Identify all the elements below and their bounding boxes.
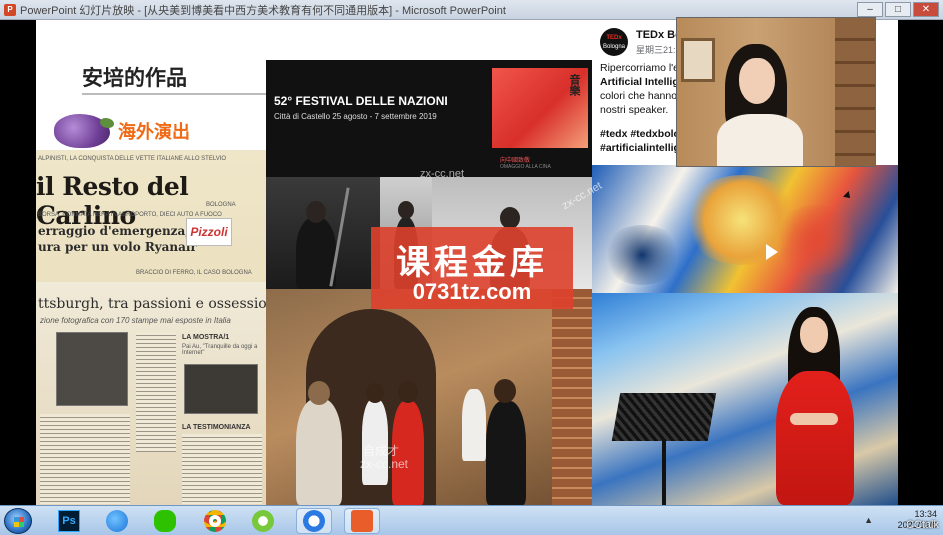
sub-heading: 海外演出 <box>54 114 190 148</box>
festival-title: 52° FESTIVAL DELLE NAZIONI <box>274 94 448 108</box>
festival-artwork: 音樂 <box>492 68 588 148</box>
taskbar-photoshop[interactable]: Ps <box>54 508 84 534</box>
avatar-tedx-text: TEDx <box>606 35 622 41</box>
painting-swirl-3 <box>602 225 682 285</box>
newspaper-photo: ALPINISTI, LA CONQUISTA DELLE VETTE ITAL… <box>36 150 266 505</box>
window-title: PowerPoint 幻灯片放映 - [从央美到博美看中西方美术教育有何不同通用… <box>20 4 506 17</box>
painting-swirl-2 <box>772 205 862 275</box>
presenter-body <box>717 114 803 166</box>
visitor-1-head <box>308 381 330 405</box>
performer-face <box>800 317 828 353</box>
powerpoint-icon: P <box>4 3 16 16</box>
newspaper-culture-sub: zione fotografica con 170 stampe mai esp… <box>40 316 231 325</box>
sub-heading-label: 海外演出 <box>118 122 190 143</box>
bookshelf <box>835 18 875 166</box>
newspaper-box-title-2: LA TESTIMONIANZA <box>182 424 251 431</box>
painting-video[interactable] <box>592 165 898 293</box>
avatar-city-text: Bologna <box>602 44 626 50</box>
performer-red-dress <box>770 307 860 505</box>
start-button[interactable] <box>4 508 32 534</box>
performer-painting-photo <box>592 293 898 505</box>
newspaper-culture-headline: ttsburgh, tra passioni e ossessioni <box>38 296 266 312</box>
picture-frame <box>681 38 715 82</box>
visitor-2-head <box>366 383 384 403</box>
watermark-url: 0731tz.com <box>412 279 532 304</box>
festival-subtitle: Città di Castello 25 agosto - 7 settembr… <box>274 112 437 121</box>
newspaper-photo-1 <box>56 332 128 406</box>
newspaper-text-block <box>40 414 130 504</box>
minimize-button[interactable]: – <box>857 2 883 17</box>
visitor-black-dress <box>486 401 526 505</box>
concert-photo-1 <box>266 177 380 289</box>
visitor-3 <box>462 389 486 461</box>
festival-caption-2: OMAGGIO ALLA CINA <box>500 164 551 170</box>
newspaper-top-strip: ALPINISTI, LA CONQUISTA DELLE VETTE ITAL… <box>38 156 227 162</box>
performer-head-3 <box>500 207 520 229</box>
watermark-small-4: zx-cc.net <box>360 457 409 471</box>
newspaper-text-column <box>136 332 176 452</box>
photoshop-icon: Ps <box>58 510 80 532</box>
newspaper-box-text-1: Pai Au, "Tranquille da oggi a Internet" <box>182 344 258 356</box>
gallery-photo <box>266 289 592 505</box>
taskbar-music[interactable] <box>102 508 132 534</box>
cctalk-watermark: CCtalk <box>905 519 939 531</box>
pizzoli-logo: Pizzoli <box>186 218 232 246</box>
visitor-red-dress-head <box>398 381 418 403</box>
maximize-button[interactable]: □ <box>885 2 911 17</box>
newspaper-text-block-2 <box>182 434 262 504</box>
slides-app-icon <box>351 510 373 532</box>
performer-head <box>306 201 326 223</box>
play-icon[interactable] <box>766 244 778 260</box>
presenter-face <box>739 58 775 104</box>
newspaper-photo-2 <box>184 364 258 414</box>
taskbar-meeting[interactable] <box>296 508 332 534</box>
close-button[interactable]: ✕ <box>913 2 939 17</box>
newspaper-front: ALPINISTI, LA CONQUISTA DELLE VETTE ITAL… <box>36 150 266 282</box>
wechat-icon <box>154 510 176 532</box>
music-stand <box>611 393 717 441</box>
newspaper-headline-2: ura per un volo Ryanair <box>38 240 197 254</box>
taskbar-wechat[interactable] <box>150 508 180 534</box>
music-stand-pole <box>662 439 666 505</box>
tray-expand-icon[interactable]: ▲ <box>864 515 873 525</box>
music-icon <box>106 510 128 532</box>
meeting-icon <box>303 510 325 532</box>
performer-arms <box>790 413 838 425</box>
chrome-icon <box>204 510 226 532</box>
webcam-overlay[interactable] <box>676 17 876 167</box>
visitor-1 <box>296 399 342 505</box>
visitor-black-dress-head <box>494 379 516 403</box>
watermark-chinese: 课程金库 <box>396 243 548 283</box>
taskbar: Ps ▲ 13:34 2021/11/6 CCtalk <box>0 505 943 535</box>
newspaper-headline-1: erraggio d'emergenza, <box>38 224 190 238</box>
festival-poster: 52° FESTIVAL DELLE NAZIONI Città di Cast… <box>266 60 592 177</box>
post-line-4: nostri speaker. <box>600 104 669 116</box>
festival-caption: 向中國致敬 <box>500 158 531 164</box>
title-divider <box>82 93 266 95</box>
newspaper-line2: BRACCIO DI FERRO, IL CASO BOLOGNA <box>136 270 252 276</box>
gallery-brick-wall <box>552 289 592 505</box>
slideshow-stage[interactable]: 安培的作品 海外演出 ALPINISTI, LA CONQUISTA DELLE… <box>0 17 943 505</box>
eggplant-icon <box>54 114 114 148</box>
tedx-avatar[interactable]: TEDx Bologna <box>600 28 628 56</box>
taskbar-chrome[interactable] <box>200 508 230 534</box>
presenter <box>717 44 803 166</box>
watermark-banner: 课程金库 0731tz.com <box>371 227 573 309</box>
performer-head-2 <box>398 201 414 219</box>
newspaper-culture-page: ttsburgh, tra passioni e ossessioni zion… <box>36 282 266 505</box>
taskbar-utorrent[interactable] <box>248 508 278 534</box>
newspaper-box-title-1: LA MOSTRA/1 <box>182 334 230 341</box>
performer-dress <box>776 371 854 505</box>
newspaper-city: BOLOGNA <box>206 202 236 208</box>
slide-title: 安培的作品 <box>82 66 187 90</box>
watermark-small-1: zx-cc.net <box>420 168 465 180</box>
taskbar-slides-app[interactable] <box>344 508 380 534</box>
festival-art-text: 音樂 <box>568 74 580 96</box>
window-controls: – □ ✕ <box>857 2 939 17</box>
utorrent-icon <box>252 510 274 532</box>
